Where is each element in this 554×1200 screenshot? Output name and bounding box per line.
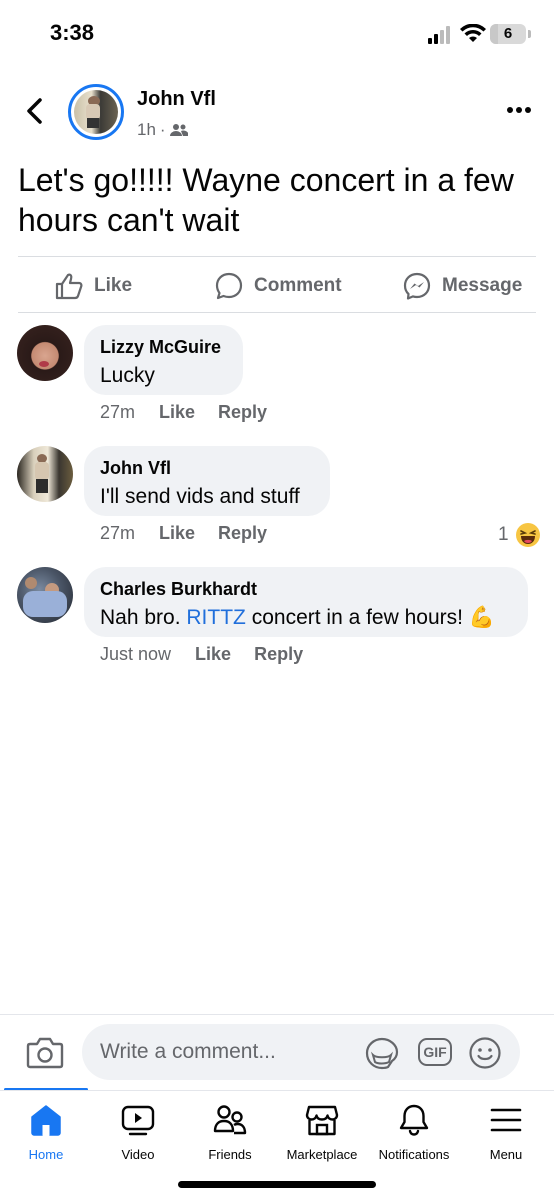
comment-text-after: concert in a few hours!	[245, 606, 469, 629]
avatar[interactable]	[17, 567, 73, 623]
post-author-avatar[interactable]	[68, 84, 124, 140]
gif-button[interactable]: GIF	[418, 1038, 452, 1066]
post-text: Let's go!!!!! Wayne concert in a few hou…	[18, 162, 514, 238]
comment-bubble: Charles Burkhardt Nah bro. RITTZ concert…	[84, 567, 528, 637]
comment-button[interactable]: Comment	[214, 266, 342, 306]
tab-video[interactable]: Video	[92, 1100, 184, 1162]
reaction-count: 1	[498, 524, 509, 545]
battery-indicator: 6	[490, 24, 526, 44]
wifi-icon	[460, 24, 486, 42]
comment-time: 27m	[100, 523, 136, 543]
like-button[interactable]: Like	[54, 266, 132, 306]
tab-divider	[0, 1090, 554, 1091]
comment-author[interactable]: Lizzy McGuire	[100, 335, 227, 359]
avatar[interactable]	[17, 446, 73, 502]
emoji-icon[interactable]	[468, 1036, 502, 1070]
comment-reply-button[interactable]: Reply	[254, 644, 303, 665]
tab-notifications[interactable]: Notifications	[368, 1100, 460, 1162]
comment-text: Lucky	[100, 364, 155, 387]
comment-meta: 27m Like Reply	[100, 402, 267, 423]
menu-icon	[486, 1100, 526, 1140]
comment-input[interactable]	[100, 1024, 350, 1080]
tab-menu[interactable]: Menu	[460, 1100, 552, 1162]
flexed-biceps-emoji: 💪	[468, 606, 495, 629]
sticker-icon[interactable]	[364, 1036, 400, 1070]
tab-label: Home	[28, 1147, 64, 1162]
battery-cap	[528, 30, 531, 38]
status-bar: 3:38 6	[0, 0, 554, 70]
comment-text: I'll send vids and stuff	[100, 485, 300, 508]
tab-label: Friends	[208, 1147, 252, 1162]
mention-link[interactable]: RITTZ	[186, 606, 245, 629]
post-meta: 1h ·	[137, 120, 188, 140]
messenger-icon	[403, 272, 431, 300]
friends-audience-icon	[169, 124, 188, 136]
camera-icon[interactable]	[26, 1034, 64, 1070]
post-time: 1h	[137, 120, 156, 139]
message-label: Message	[442, 275, 523, 296]
marketplace-icon	[302, 1100, 342, 1140]
comment-label: Comment	[254, 275, 342, 296]
avatar	[74, 90, 118, 134]
bell-icon	[394, 1100, 434, 1140]
avatar[interactable]	[17, 325, 73, 381]
comment-time: Just now	[100, 644, 172, 664]
comment-text: Nah bro. RITTZ concert in a few hours! 💪	[100, 604, 512, 632]
gif-label: GIF	[423, 1044, 447, 1060]
tab-friends[interactable]: Friends	[184, 1100, 276, 1162]
comment-time: 27m	[100, 402, 136, 422]
tab-label: Marketplace	[286, 1147, 358, 1162]
video-icon	[118, 1100, 158, 1140]
home-indicator[interactable]	[178, 1181, 376, 1188]
battery-level: 6	[503, 25, 513, 42]
divider	[18, 312, 536, 313]
friends-icon	[210, 1100, 250, 1140]
post-author-name[interactable]: John Vfl	[137, 88, 216, 111]
tab-marketplace[interactable]: Marketplace	[276, 1100, 368, 1162]
comment-meta: Just now Like Reply	[100, 644, 303, 665]
comment-reaction[interactable]: 1	[498, 522, 541, 548]
cellular-signal-icon	[428, 26, 454, 44]
haha-emoji-icon	[515, 523, 540, 547]
comment-meta: 27m Like Reply	[100, 523, 267, 544]
thumbs-up-icon	[55, 273, 83, 300]
comment-reply-button[interactable]: Reply	[218, 402, 267, 423]
divider	[18, 256, 536, 257]
comment-composer: GIF	[82, 1024, 520, 1080]
comment-bubble: Lizzy McGuire Lucky	[84, 325, 243, 395]
meta-separator: ·	[159, 120, 166, 139]
comment-bubble-icon	[215, 272, 243, 300]
tab-home[interactable]: Home	[0, 1100, 92, 1162]
comment-author[interactable]: Charles Burkhardt	[100, 577, 512, 601]
status-time: 3:38	[50, 20, 95, 45]
more-options-icon[interactable]	[504, 100, 534, 120]
comment-like-button[interactable]: Like	[195, 644, 231, 665]
comment-like-button[interactable]: Like	[159, 523, 195, 544]
comment-author[interactable]: John Vfl	[100, 456, 314, 480]
comment-bubble: John Vfl I'll send vids and stuff	[84, 446, 330, 516]
comment-text-before: Nah bro.	[100, 606, 187, 629]
tab-label: Video	[121, 1147, 155, 1162]
home-icon	[26, 1100, 66, 1140]
message-button[interactable]: Message	[402, 266, 522, 306]
like-label: Like	[94, 275, 133, 296]
tab-label: Menu	[489, 1147, 523, 1162]
composer-divider	[0, 1014, 554, 1015]
back-chevron-icon[interactable]	[22, 96, 50, 126]
tab-label: Notifications	[378, 1147, 450, 1162]
comment-like-button[interactable]: Like	[159, 402, 195, 423]
comment-reply-button[interactable]: Reply	[218, 523, 267, 544]
